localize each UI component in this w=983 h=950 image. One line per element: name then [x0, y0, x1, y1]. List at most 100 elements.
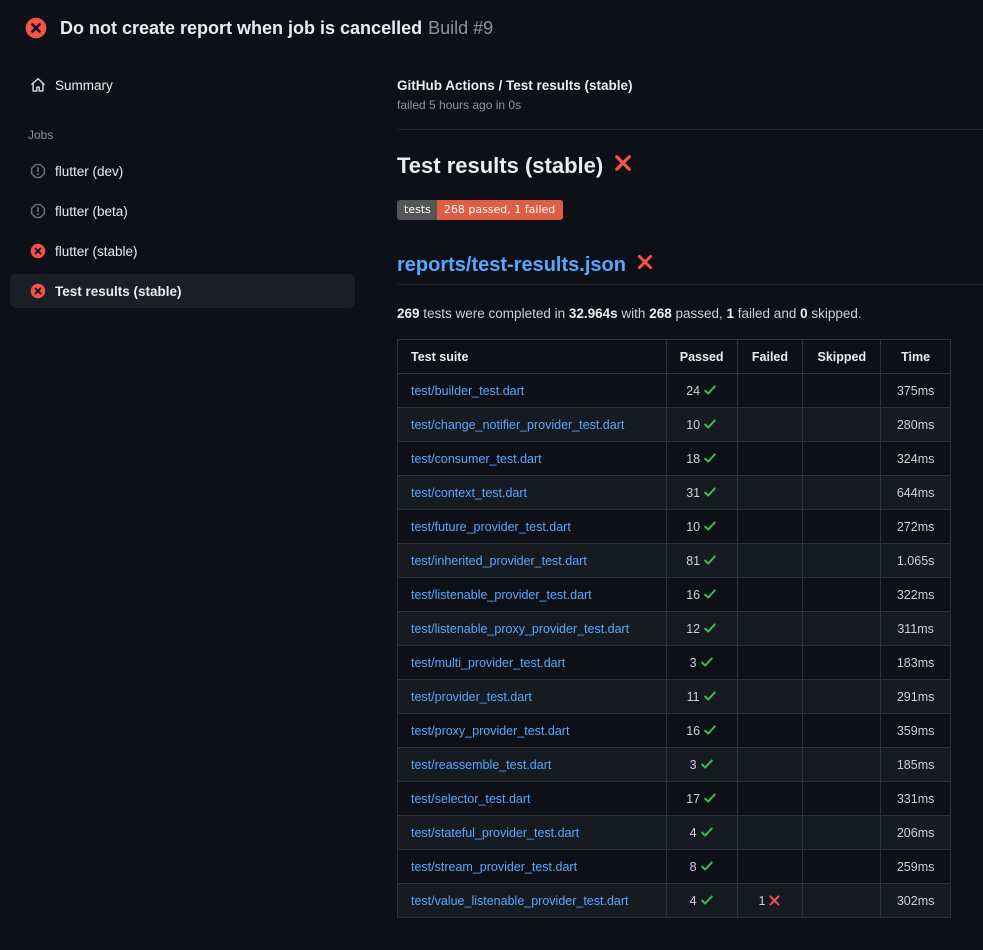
time-cell: 644ms [881, 476, 951, 510]
sidebar-item-flutter-beta[interactable]: flutter (beta) [10, 194, 355, 228]
suite-cell: test/change_notifier_provider_test.dart [398, 408, 667, 442]
failed-cell [737, 374, 803, 408]
suite-link[interactable]: test/proxy_provider_test.dart [411, 724, 569, 738]
table-row: test/stream_provider_test.dart8259ms [398, 850, 951, 884]
skipped-cell [803, 374, 881, 408]
suite-cell: test/proxy_provider_test.dart [398, 714, 667, 748]
time-cell: 1.065s [881, 544, 951, 578]
suite-link[interactable]: test/multi_provider_test.dart [411, 656, 565, 670]
skipped-cell [803, 442, 881, 476]
table-row: test/context_test.dart 31 644ms [398, 476, 951, 510]
skipped-cell [803, 816, 881, 850]
suite-link[interactable]: test/stateful_provider_test.dart [411, 826, 579, 840]
failed-cell [737, 408, 803, 442]
skipped-cell [803, 850, 881, 884]
stop-icon [30, 163, 46, 179]
stop-icon [30, 203, 46, 219]
result-heading-text: Test results (stable) [397, 153, 603, 179]
suite-cell: test/value_listenable_provider_test.dart [398, 884, 667, 918]
passed-cell: 31 [666, 476, 737, 510]
table-row: test/inherited_provider_test.dart811.065… [398, 544, 951, 578]
sidebar-item-flutter-stable[interactable]: flutter (stable) [10, 234, 355, 268]
table-row: test/provider_test.dart11291ms [398, 680, 951, 714]
suite-link[interactable]: test/future_provider_test.dart [411, 520, 571, 534]
suite-link[interactable]: test/value_listenable_provider_test.dart [411, 894, 629, 908]
passed-cell: 24 [666, 374, 737, 408]
failed-cell [737, 714, 803, 748]
suite-cell: test/listenable_proxy_provider_test.dart [398, 612, 667, 646]
main-content: GitHub Actions / Test results (stable) f… [397, 54, 983, 918]
sidebar-item-label: Summary [55, 78, 113, 93]
time-cell: 185ms [881, 748, 951, 782]
table-header-row: Test suite Passed Failed Skipped Time [398, 340, 951, 374]
check-icon [700, 893, 714, 907]
check-icon [703, 519, 717, 533]
suite-link[interactable]: test/change_notifier_provider_test.dart [411, 418, 624, 432]
sidebar-item-summary[interactable]: Summary [10, 68, 355, 102]
passed-cell: 4 [666, 884, 737, 918]
summary-text: with [618, 306, 650, 321]
suite-link[interactable]: test/context_test.dart [411, 486, 527, 500]
skipped-cell [803, 884, 881, 918]
failed-cell [737, 510, 803, 544]
sidebar-item-label: flutter (stable) [55, 244, 138, 259]
sidebar-item-flutter-dev[interactable]: flutter (dev) [10, 154, 355, 188]
skipped-cell [803, 782, 881, 816]
skipped-cell [803, 476, 881, 510]
report-link[interactable]: reports/test-results.json [397, 254, 626, 277]
suite-link[interactable]: test/provider_test.dart [411, 690, 532, 704]
table-row: test/stateful_provider_test.dart 4 206ms [398, 816, 951, 850]
passed-count: 268 [649, 306, 672, 321]
suite-link[interactable]: test/stream_provider_test.dart [411, 860, 577, 874]
x-icon [613, 153, 633, 179]
check-run-name: Do not create report when job is cancell… [60, 18, 422, 38]
badge-value: 268 passed, 1 failed [437, 200, 563, 220]
skipped-cell [803, 646, 881, 680]
passed-cell: 3 [666, 646, 737, 680]
passed-cell: 10 [666, 510, 737, 544]
sidebar: Summary Jobs flutter (dev) flut [0, 54, 373, 314]
check-icon [700, 655, 714, 669]
suite-link[interactable]: test/builder_test.dart [411, 384, 524, 398]
skipped-cell [803, 714, 881, 748]
failed-cell [737, 646, 803, 680]
check-icon [703, 451, 717, 465]
suite-link[interactable]: test/listenable_provider_test.dart [411, 588, 592, 602]
suite-cell: test/reassemble_test.dart [398, 748, 667, 782]
passed-cell: 10 [666, 408, 737, 442]
suite-cell: test/listenable_provider_test.dart [398, 578, 667, 612]
failed-cell [737, 850, 803, 884]
table-row: test/listenable_proxy_provider_test.dart… [398, 612, 951, 646]
x-icon [636, 253, 654, 277]
check-icon [700, 757, 714, 771]
table-row: test/change_notifier_provider_test.dart 1… [398, 408, 951, 442]
results-table: Test suite Passed Failed Skipped Time te… [397, 339, 951, 918]
time-cell: 206ms [881, 816, 951, 850]
passed-cell: 16 [666, 578, 737, 612]
check-icon [700, 859, 714, 873]
skipped-cell [803, 748, 881, 782]
suite-link[interactable]: test/consumer_test.dart [411, 452, 542, 466]
passed-cell: 3 [666, 748, 737, 782]
sidebar-item-test-results-stable[interactable]: Test results (stable) [10, 274, 355, 308]
check-icon [703, 723, 717, 737]
build-number: Build #9 [428, 18, 493, 38]
table-row: test/reassemble_test.dart 3 185ms [398, 748, 951, 782]
time-cell: 322ms [881, 578, 951, 612]
badge-label: tests [397, 200, 437, 220]
col-header-time: Time [881, 340, 951, 374]
skipped-cell [803, 578, 881, 612]
suite-link[interactable]: test/selector_test.dart [411, 792, 531, 806]
failed-cell: 1 [737, 884, 803, 918]
suite-link[interactable]: test/inherited_provider_test.dart [411, 554, 587, 568]
check-icon [703, 417, 717, 431]
check-icon [703, 621, 717, 635]
suite-link[interactable]: test/reassemble_test.dart [411, 758, 551, 772]
col-header-test-suite: Test suite [398, 340, 667, 374]
jobs-heading: Jobs [28, 128, 373, 142]
suite-link[interactable]: test/listenable_proxy_provider_test.dart [411, 622, 629, 636]
time-cell: 311ms [881, 612, 951, 646]
table-row: test/proxy_provider_test.dart16359ms [398, 714, 951, 748]
table-row: test/selector_test.dart17331ms [398, 782, 951, 816]
passed-cell: 4 [666, 816, 737, 850]
